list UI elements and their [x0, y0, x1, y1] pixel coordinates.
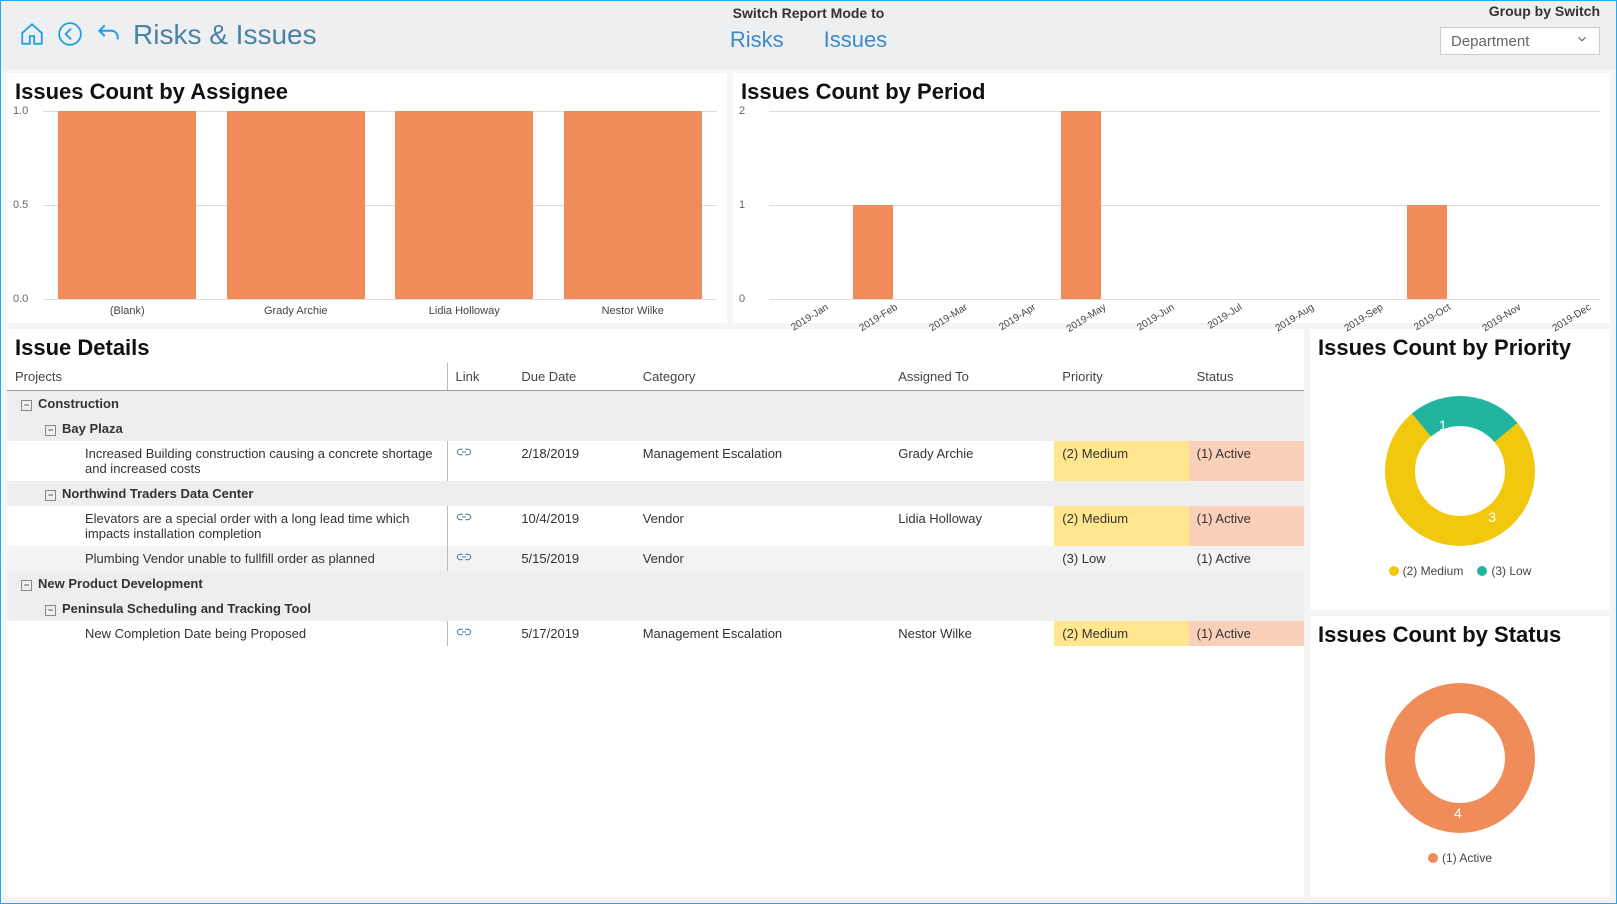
- panel-assignee-title: Issues Count by Assignee: [7, 73, 727, 107]
- legend-swatch: [1428, 853, 1438, 863]
- bar--blank-[interactable]: (Blank): [43, 111, 212, 299]
- legend-item-low[interactable]: (3) Low: [1477, 564, 1531, 578]
- panel-details: Issue Details ProjectsLinkDue DateCatego…: [7, 329, 1304, 897]
- bar-2019-jun[interactable]: 2019-Jun: [1115, 111, 1184, 299]
- panel-status-title: Issues Count by Status: [1310, 616, 1610, 650]
- chevron-down-icon: [1575, 32, 1589, 50]
- legend-item-active[interactable]: (1) Active: [1428, 851, 1492, 865]
- bar-2019-oct[interactable]: 2019-Oct: [1392, 111, 1461, 299]
- groupby-select[interactable]: Department: [1440, 27, 1600, 55]
- collapse-icon[interactable]: −: [45, 490, 56, 501]
- bar-2019-aug[interactable]: 2019-Aug: [1254, 111, 1323, 299]
- donut-value-active: 4: [1454, 805, 1462, 821]
- header-bar: Risks & Issues Switch Report Mode to Ris…: [1, 1, 1616, 69]
- bar-2019-sep[interactable]: 2019-Sep: [1323, 111, 1392, 299]
- link-icon[interactable]: [456, 511, 472, 526]
- home-icon[interactable]: [19, 21, 45, 50]
- tab-risks[interactable]: Risks: [730, 27, 784, 53]
- link-icon[interactable]: [456, 626, 472, 641]
- undo-icon[interactable]: [95, 21, 121, 50]
- link-icon[interactable]: [456, 446, 472, 461]
- donut-value-medium: 3: [1488, 509, 1496, 525]
- link-icon[interactable]: [456, 551, 472, 566]
- col-due-date[interactable]: Due Date: [513, 363, 634, 391]
- legend-swatch: [1389, 566, 1399, 576]
- panel-assignee: Issues Count by Assignee 0.00.51.0(Blank…: [7, 73, 727, 323]
- bar-2019-feb[interactable]: 2019-Feb: [838, 111, 907, 299]
- group-row[interactable]: −New Product Development: [7, 571, 1304, 596]
- bar-2019-apr[interactable]: 2019-Apr: [977, 111, 1046, 299]
- chart-assignee[interactable]: 0.00.51.0(Blank)Grady ArchieLidia Hollow…: [43, 111, 717, 319]
- col-assigned-to[interactable]: Assigned To: [890, 363, 1054, 391]
- legend-swatch: [1477, 566, 1487, 576]
- panel-period-title: Issues Count by Period: [733, 73, 1610, 107]
- page-title: Risks & Issues: [133, 19, 317, 51]
- legend-item-medium[interactable]: (2) Medium: [1389, 564, 1464, 578]
- col-projects[interactable]: Projects: [7, 363, 447, 391]
- groupby-value: Department: [1451, 33, 1529, 50]
- bar-2019-mar[interactable]: 2019-Mar: [908, 111, 977, 299]
- table-row[interactable]: Elevators are a special order with a lon…: [7, 506, 1304, 546]
- mode-switch-label: Switch Report Mode to: [730, 5, 887, 21]
- panel-details-title: Issue Details: [7, 329, 1304, 363]
- collapse-icon[interactable]: −: [21, 400, 32, 411]
- details-table[interactable]: ProjectsLinkDue DateCategoryAssigned ToP…: [7, 363, 1304, 646]
- table-row[interactable]: Plumbing Vendor unable to fullfill order…: [7, 546, 1304, 571]
- bar-2019-dec[interactable]: 2019-Dec: [1531, 111, 1600, 299]
- tab-issues[interactable]: Issues: [824, 27, 888, 53]
- table-row[interactable]: Increased Building construction causing …: [7, 441, 1304, 481]
- back-icon[interactable]: [57, 21, 83, 50]
- groupby-label: Group by Switch: [1440, 3, 1600, 19]
- col-status[interactable]: Status: [1189, 363, 1304, 391]
- donut-chart-status[interactable]: 4: [1385, 683, 1535, 833]
- collapse-icon[interactable]: −: [45, 605, 56, 616]
- col-priority[interactable]: Priority: [1054, 363, 1188, 391]
- chart-period[interactable]: 0122019-Jan2019-Feb2019-Mar2019-Apr2019-…: [769, 111, 1600, 319]
- bar-2019-nov[interactable]: 2019-Nov: [1462, 111, 1531, 299]
- panel-status: Issues Count by Status 4 (1) Active: [1310, 616, 1610, 897]
- table-row[interactable]: New Completion Date being Proposed5/17/2…: [7, 621, 1304, 646]
- donut-value-low: 1: [1439, 417, 1447, 433]
- collapse-icon[interactable]: −: [45, 425, 56, 436]
- collapse-icon[interactable]: −: [21, 580, 32, 591]
- donut-chart-priority[interactable]: 1 3: [1385, 396, 1535, 546]
- subgroup-row[interactable]: −Northwind Traders Data Center: [7, 481, 1304, 506]
- bar-2019-jan[interactable]: 2019-Jan: [769, 111, 838, 299]
- bar-grady-archie[interactable]: Grady Archie: [212, 111, 381, 299]
- bar-2019-may[interactable]: 2019-May: [1046, 111, 1115, 299]
- panel-priority: Issues Count by Priority 1 3 (2) Medium …: [1310, 329, 1610, 610]
- bar-2019-jul[interactable]: 2019-Jul: [1185, 111, 1254, 299]
- panel-period: Issues Count by Period 0122019-Jan2019-F…: [733, 73, 1610, 323]
- panel-priority-title: Issues Count by Priority: [1310, 329, 1610, 363]
- bar-nestor-wilke[interactable]: Nestor Wilke: [549, 111, 718, 299]
- group-row[interactable]: −Construction: [7, 391, 1304, 417]
- col-category[interactable]: Category: [635, 363, 891, 391]
- subgroup-row[interactable]: −Peninsula Scheduling and Tracking Tool: [7, 596, 1304, 621]
- subgroup-row[interactable]: −Bay Plaza: [7, 416, 1304, 441]
- bar-lidia-holloway[interactable]: Lidia Holloway: [380, 111, 549, 299]
- col-link[interactable]: Link: [447, 363, 513, 391]
